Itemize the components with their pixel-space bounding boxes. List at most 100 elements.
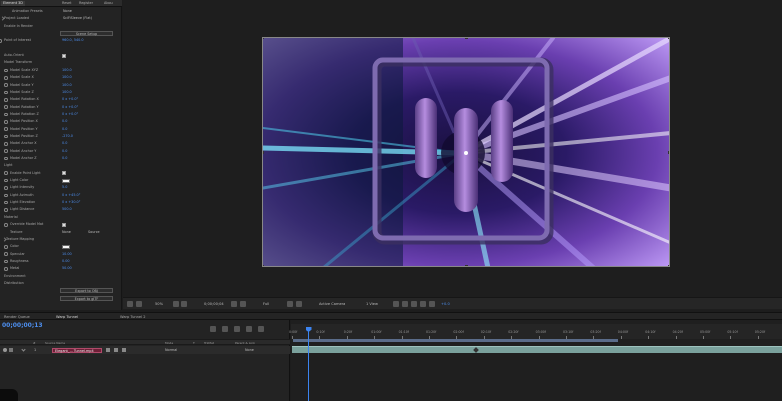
effect-property-row[interactable]: Model Scale XYZ 100.0 [0, 67, 122, 74]
effect-property-row[interactable]: Model Anchor X 0.0 [0, 140, 122, 147]
property-value[interactable]: 0.00 [62, 258, 70, 265]
property-value[interactable]: 960.0, 540.0 [62, 37, 84, 44]
effect-property-row[interactable]: Model Scale Y 100.0 [0, 82, 122, 89]
stopwatch-icon[interactable] [4, 149, 8, 154]
property-value[interactable]: 100.0 [62, 82, 72, 89]
stopwatch-icon[interactable] [4, 244, 8, 249]
fx-switch-icon[interactable] [114, 348, 118, 352]
stopwatch-icon[interactable] [4, 90, 8, 95]
effect-property-row[interactable]: Color [0, 243, 122, 250]
property-value[interactable]: -270.0 [62, 133, 73, 140]
effect-property-row[interactable]: Light Color [0, 177, 122, 184]
property-value[interactable]: 0.0 [62, 140, 67, 147]
effect-property-row[interactable]: Model Rotation Z 0 x +0.0° [0, 111, 122, 118]
effect-property-row[interactable] [0, 45, 122, 52]
effect-property-row[interactable]: Point of Interest 960.0, 540.0 [0, 37, 122, 44]
stopwatch-icon[interactable] [4, 208, 8, 212]
stopwatch-icon[interactable] [4, 171, 8, 176]
transform-handle[interactable] [465, 265, 468, 266]
stopwatch-icon[interactable] [4, 267, 8, 271]
effect-property-row[interactable]: Model Position Z -270.0 [0, 133, 122, 140]
property-value[interactable]: 5.0 [62, 184, 67, 191]
property-value[interactable]: 100.0 [62, 89, 72, 96]
twirl-icon[interactable] [21, 347, 26, 352]
property-value[interactable]: 0 x +0.0° [62, 96, 78, 103]
property-value[interactable]: 0 x +0.0° [62, 111, 78, 118]
stopwatch-icon[interactable] [4, 259, 8, 264]
resolution-select[interactable]: Full [263, 300, 269, 308]
effect-property-row[interactable]: Scene Setup [0, 30, 122, 37]
effect-property-row[interactable]: Auto-Orient [0, 52, 122, 59]
stopwatch-icon[interactable] [4, 222, 8, 227]
grid-icon[interactable] [136, 301, 142, 307]
shy-layers-icon[interactable] [234, 326, 240, 332]
stopwatch-icon[interactable] [4, 142, 8, 146]
effect-action-button[interactable]: Scene Setup [60, 31, 113, 37]
effect-property-row[interactable]: Model Anchor Z 0.0 [0, 155, 122, 162]
keyframe-icon[interactable] [473, 347, 479, 353]
tab-register[interactable]: Register [79, 1, 93, 6]
blend-mode-select[interactable]: Normal [165, 346, 177, 354]
effect-property-row[interactable]: Model Scale X 100.0 [0, 74, 122, 81]
effect-property-row[interactable]: Model Transform [0, 59, 122, 66]
transform-handle[interactable] [668, 151, 669, 154]
audio-icon[interactable] [9, 348, 13, 352]
motion-blur-icon[interactable] [258, 326, 264, 332]
shy-switch-icon[interactable] [106, 348, 110, 352]
effect-property-row[interactable]: Model Rotation X 0 x +0.0° [0, 96, 122, 103]
effect-property-row[interactable]: Model Position Y 0.0 [0, 126, 122, 133]
effect-property-row[interactable]: Roughness 0.00 [0, 258, 122, 265]
property-value[interactable]: 0 x +30.0° [62, 199, 80, 206]
property-value[interactable]: 50.00 [62, 265, 72, 272]
stopwatch-icon[interactable] [4, 252, 8, 256]
stopwatch-icon[interactable] [4, 75, 8, 80]
effect-property-row[interactable]: Light Intensity 5.0 [0, 184, 122, 191]
effect-property-row[interactable]: Specular 10.00 [0, 251, 122, 258]
effect-property-row[interactable]: Metal 50.00 [0, 265, 122, 272]
property-checkbox[interactable] [62, 222, 66, 227]
channel-icon[interactable] [240, 301, 246, 307]
effect-property-row[interactable]: Texture Mapping [0, 236, 122, 243]
current-time-display[interactable]: 00;00;00;13 [2, 322, 43, 329]
effect-action-button[interactable]: Export to OBJ [60, 288, 113, 294]
property-value[interactable]: 100.0 [62, 74, 72, 81]
effect-action-button[interactable]: Export to glTF [60, 295, 113, 301]
transform-handle[interactable] [263, 265, 264, 266]
effect-property-row[interactable]: Light Elevation 0 x +30.0° [0, 199, 122, 206]
transform-handle[interactable] [263, 38, 264, 39]
transform-handle[interactable] [465, 38, 468, 39]
stopwatch-icon[interactable] [4, 193, 8, 198]
work-area-bar[interactable] [293, 339, 618, 342]
exposure-value[interactable]: +0.0 [441, 300, 450, 308]
camera-view-select[interactable]: Active Camera [319, 300, 345, 308]
tab-reset[interactable]: Reset [62, 1, 71, 6]
effect-property-row[interactable]: Material [0, 214, 122, 221]
effect-property-row[interactable]: Distribution [0, 280, 122, 287]
property-dropdown[interactable]: Source [88, 230, 100, 235]
region-icon[interactable] [287, 301, 293, 307]
effect-property-row[interactable]: Model Position X 0.0 [0, 118, 122, 125]
stopwatch-icon[interactable] [4, 97, 8, 102]
layer-name[interactable]: Elegant_... Tunnel.mp4 [52, 347, 102, 353]
tab-element-3d[interactable]: Element 3D [1, 1, 25, 6]
fit-icon[interactable] [173, 301, 179, 307]
effect-property-row[interactable]: Enable Point Light [0, 170, 122, 177]
transform-handle[interactable] [263, 151, 264, 154]
layer-row[interactable]: 1 Elegant_... Tunnel.mp4 Normal None [0, 346, 290, 354]
property-checkbox[interactable] [62, 53, 66, 58]
quality-switch-icon[interactable] [122, 348, 126, 352]
always-preview-icon[interactable] [127, 301, 133, 307]
stopwatch-icon[interactable] [4, 112, 8, 117]
property-dropdown[interactable]: None [62, 230, 71, 235]
effect-property-row[interactable]: Export to glTF [0, 295, 122, 302]
effect-property-row[interactable]: Model Scale Z 100.0 [0, 89, 122, 96]
camera-icon[interactable] [231, 301, 237, 307]
effect-property-row[interactable]: Light Azimuth 0 x +45.0° [0, 192, 122, 199]
property-value[interactable]: 0.0 [62, 148, 67, 155]
property-value[interactable]: 0.0 [62, 126, 67, 133]
effect-property-row[interactable]: Model Anchor Y 0.0 [0, 148, 122, 155]
effect-property-row[interactable]: Light [0, 162, 122, 169]
transform-handle[interactable] [668, 38, 669, 39]
fast-preview-icon[interactable] [402, 301, 408, 307]
property-value[interactable]: 0 x +45.0° [62, 192, 80, 199]
